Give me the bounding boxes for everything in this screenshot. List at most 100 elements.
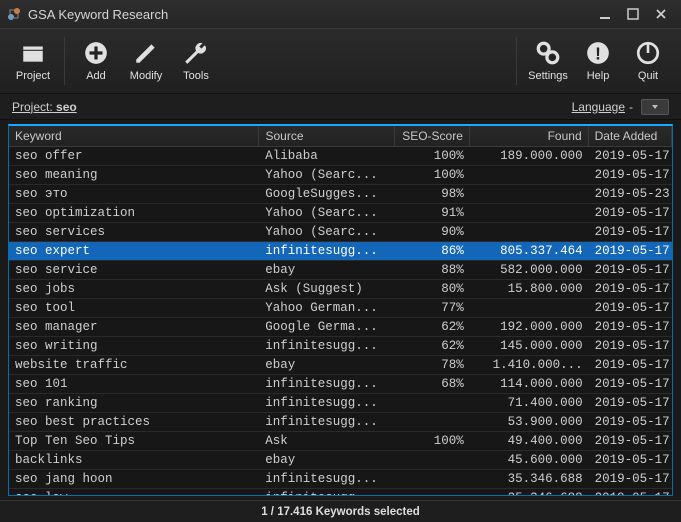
cell-score: 62% [395,337,470,356]
wrench-icon [183,40,209,66]
language-link[interactable]: Language [572,100,625,114]
table-row[interactable]: seo offerAlibaba100%189.000.0002019-05-1… [9,147,672,166]
toolbar-separator [64,37,65,85]
modify-button[interactable]: Modify [121,33,171,89]
cell-src: infinitesugg... [259,242,395,261]
cell-kw: Top Ten Seo Tips [9,432,259,451]
cell-kw: seo tool [9,299,259,318]
settings-button[interactable]: Settings [523,33,573,89]
project-label: Project [16,70,50,82]
cell-score [395,413,470,432]
cell-score: 88% [395,261,470,280]
cell-score: 100% [395,166,470,185]
cell-found: 1.410.000... [470,356,589,375]
close-button[interactable] [647,4,675,24]
column-found[interactable]: Found [469,126,588,147]
table-row[interactable]: seo lawinfinitesugg...35.346.6882019-05-… [9,489,672,496]
table-header: Keyword Source SEO-Score Found Date Adde… [9,126,672,147]
cell-date: 2019-05-17 [589,489,672,496]
status-bar: 1 / 17.416 Keywords selected [0,500,681,522]
cell-score [395,470,470,489]
cell-score: 80% [395,280,470,299]
cell-found: 145.000.000 [470,337,589,356]
table-row[interactable]: seo этоGoogleSugges...98%2019-05-23 [9,185,672,204]
cell-date: 2019-05-23 [589,185,672,204]
tools-label: Tools [183,70,209,82]
window-title: GSA Keyword Research [28,7,591,22]
keyword-table: Keyword Source SEO-Score Found Date Adde… [8,124,673,496]
cell-found [470,166,589,185]
cell-kw: seo ranking [9,394,259,413]
cell-found: 189.000.000 [470,147,589,166]
column-score[interactable]: SEO-Score [394,126,469,147]
table-row[interactable]: seo expertinfinitesugg...86%805.337.4642… [9,242,672,261]
tools-button[interactable]: Tools [171,33,221,89]
svg-text:!: ! [595,44,601,64]
column-date[interactable]: Date Added [588,126,671,147]
status-text: 1 / 17.416 Keywords selected [261,506,420,518]
cell-src: infinitesugg... [259,489,395,496]
table-row[interactable]: seo optimizationYahoo (Searc...91%2019-0… [9,204,672,223]
table-row[interactable]: backlinksebay45.600.0002019-05-17 [9,451,672,470]
cell-date: 2019-05-17 [589,451,672,470]
help-icon: ! [585,40,611,66]
table-row[interactable]: seo writinginfinitesugg...62%145.000.000… [9,337,672,356]
cell-kw: seo manager [9,318,259,337]
table-row[interactable]: seo toolYahoo German...77%2019-05-17 [9,299,672,318]
cell-score: 91% [395,204,470,223]
cell-kw: seo law [9,489,259,496]
table-row[interactable]: seo rankinginfinitesugg...71.400.0002019… [9,394,672,413]
table-row[interactable]: website trafficebay78%1.410.000...2019-0… [9,356,672,375]
project-button[interactable]: Project [8,33,58,89]
help-button[interactable]: ! Help [573,33,623,89]
gear-icon [535,40,561,66]
table-row[interactable]: seo jobsAsk (Suggest)80%15.800.0002019-0… [9,280,672,299]
cell-src: infinitesugg... [259,470,395,489]
column-source[interactable]: Source [259,126,394,147]
toolbar: Project Add Modify Tools Settings ! Help… [0,28,681,94]
cell-kw: website traffic [9,356,259,375]
table-row[interactable]: seo jang hooninfinitesugg...35.346.68820… [9,470,672,489]
cell-date: 2019-05-17 [589,337,672,356]
cell-src: ebay [259,261,395,280]
cell-score: 90% [395,223,470,242]
cell-date: 2019-05-17 [589,299,672,318]
quit-button[interactable]: Quit [623,33,673,89]
cell-found: 49.400.000 [470,432,589,451]
cell-date: 2019-05-17 [589,242,672,261]
table-row[interactable]: seo best practicesinfinitesugg...53.900.… [9,413,672,432]
table-row[interactable]: Top Ten Seo TipsAsk100%49.400.0002019-05… [9,432,672,451]
minimize-button[interactable] [591,4,619,24]
add-label: Add [86,70,106,82]
table-row[interactable]: seo serviceebay88%582.000.0002019-05-17 [9,261,672,280]
project-name: seo [56,100,77,114]
language-label: Language [572,100,625,114]
cell-score: 62% [395,318,470,337]
chevron-down-icon [651,103,659,111]
cell-src: infinitesugg... [259,337,395,356]
table-row[interactable]: seo meaningYahoo (Searc...100%2019-05-17 [9,166,672,185]
language-dropdown-button[interactable] [641,99,669,115]
table-row[interactable]: seo managerGoogle Germa...62%192.000.000… [9,318,672,337]
table-body-scroll[interactable]: seo offerAlibaba100%189.000.0002019-05-1… [9,147,672,495]
cell-found [470,299,589,318]
cell-kw: seo expert [9,242,259,261]
project-link[interactable]: Project: seo [12,100,77,114]
cell-found: 192.000.000 [470,318,589,337]
cell-date: 2019-05-17 [589,223,672,242]
cell-date: 2019-05-17 [589,280,672,299]
plus-circle-icon [83,40,109,66]
maximize-button[interactable] [619,4,647,24]
table-row[interactable]: seo 101infinitesugg...68%114.000.0002019… [9,375,672,394]
cell-found: 582.000.000 [470,261,589,280]
cell-found [470,204,589,223]
column-keyword[interactable]: Keyword [9,126,259,147]
cell-score: 100% [395,147,470,166]
cell-score [395,451,470,470]
app-logo-icon [6,6,22,22]
pencil-icon [133,40,159,66]
cell-date: 2019-05-17 [589,375,672,394]
table-row[interactable]: seo servicesYahoo (Searc...90%2019-05-17 [9,223,672,242]
cell-kw: seo services [9,223,259,242]
add-button[interactable]: Add [71,33,121,89]
